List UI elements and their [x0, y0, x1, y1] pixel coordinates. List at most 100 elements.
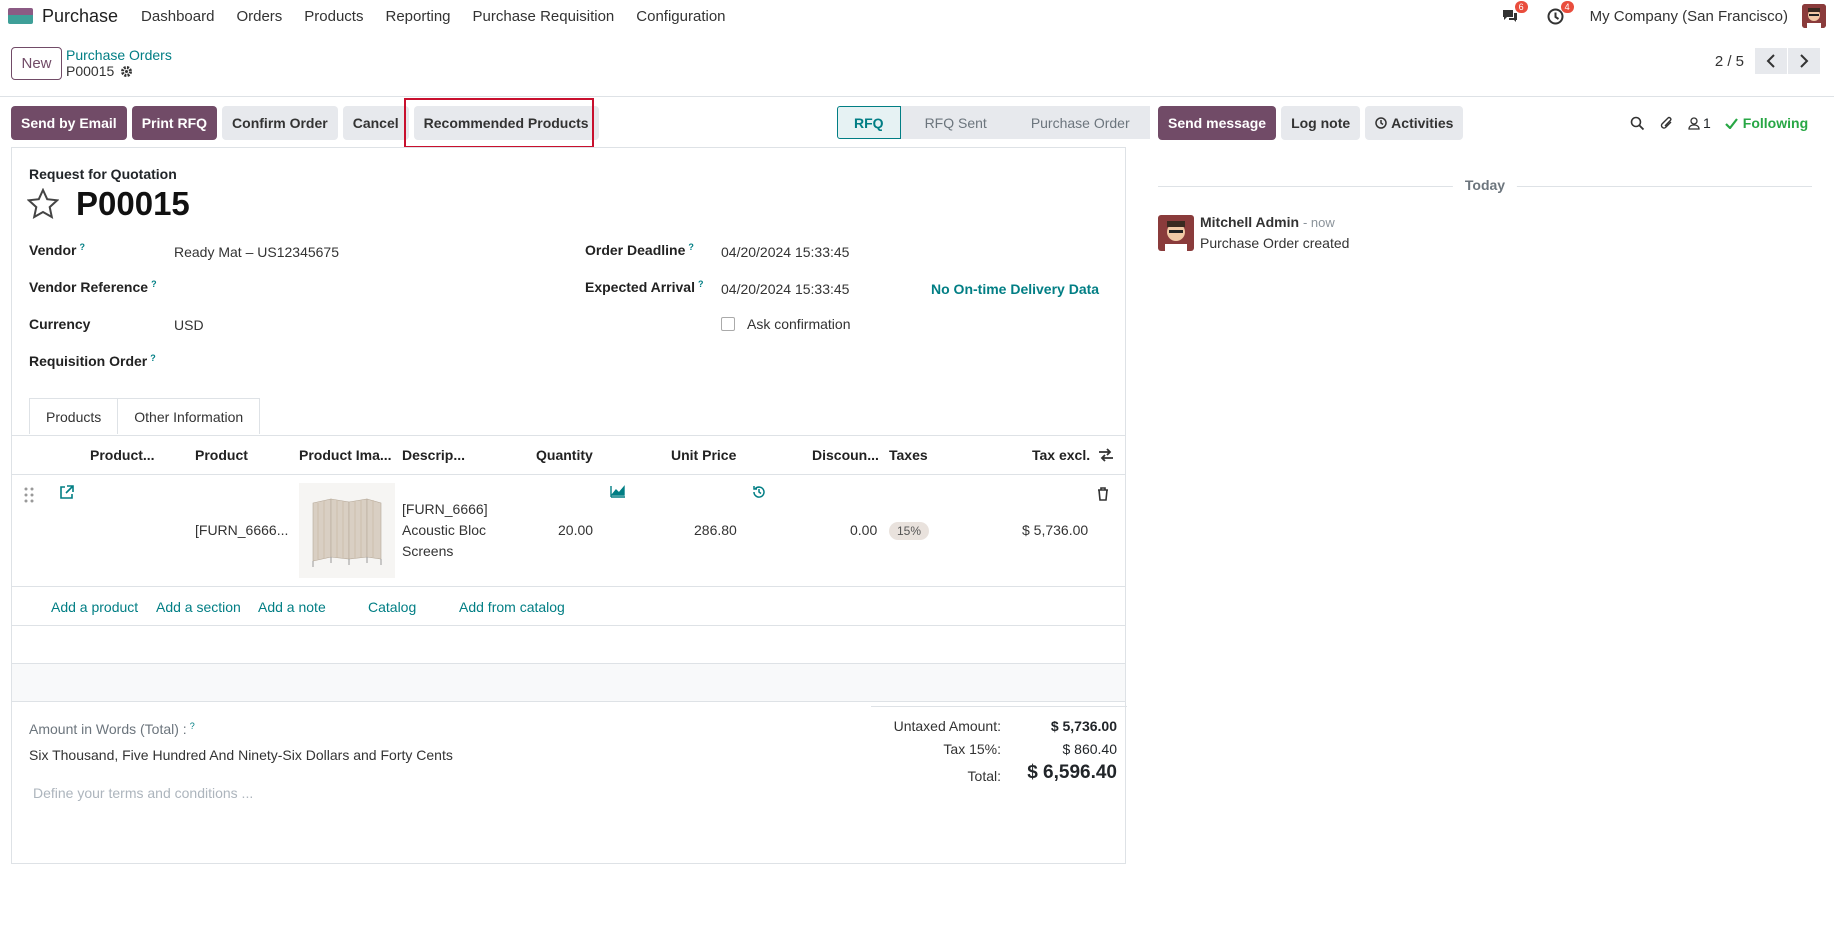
status-rfq[interactable]: RFQ [837, 106, 901, 139]
help-icon[interactable]: ? [150, 353, 156, 363]
col-description[interactable]: Descrip... [402, 447, 465, 463]
date-separator-label: Today [1452, 177, 1518, 193]
col-unit-price[interactable]: Unit Price [671, 447, 736, 463]
cancel-button[interactable]: Cancel [342, 106, 409, 140]
status-rfq-sent[interactable]: RFQ Sent [900, 106, 1007, 139]
search-icon[interactable] [1630, 116, 1645, 131]
company-switcher[interactable]: My Company (San Francisco) [1590, 8, 1788, 25]
chatter-topbar: 1 Following [1630, 106, 1808, 140]
vendor-field[interactable]: Ready Mat – US12345675 [174, 244, 339, 260]
ask-confirmation-checkbox[interactable] [721, 317, 735, 331]
send-by-email-button[interactable]: Send by Email [11, 106, 127, 140]
terms-conditions-field[interactable]: Define your terms and conditions ... [33, 785, 253, 801]
unit-price-cell[interactable]: 286.80 [694, 522, 737, 538]
tab-other-information[interactable]: Other Information [117, 398, 261, 434]
description-line2[interactable]: Acoustic Bloc [402, 522, 486, 538]
menu-purchase-requisition[interactable]: Purchase Requisition [473, 8, 615, 25]
add-section-link[interactable]: Add a section [156, 599, 241, 615]
log-note-button[interactable]: Log note [1281, 106, 1361, 140]
description-line1[interactable]: [FURN_6666] [402, 501, 488, 517]
product-cell[interactable]: [FURN_6666... [195, 522, 288, 538]
tax-label: Tax 15%: [943, 741, 1001, 757]
history-icon[interactable] [752, 485, 766, 499]
apps-menu-icon[interactable] [8, 8, 33, 24]
help-icon[interactable]: ? [688, 242, 694, 252]
help-icon[interactable]: ? [698, 279, 704, 289]
col-product-image[interactable]: Product Ima... [299, 447, 392, 463]
untaxed-label: Untaxed Amount: [893, 718, 1001, 734]
message-time: - now [1302, 215, 1335, 230]
send-message-button[interactable]: Send message [1158, 106, 1277, 140]
col-quantity[interactable]: Quantity [536, 447, 593, 463]
activities-button[interactable]: Activities [1365, 106, 1464, 140]
message-author-avatar[interactable] [1158, 215, 1194, 251]
status-purchase-order[interactable]: Purchase Order [1006, 106, 1150, 139]
add-note-link[interactable]: Add a note [258, 599, 326, 615]
table-header: Product... Product Product Ima... Descri… [12, 435, 1125, 475]
total-label: Total: [967, 768, 1001, 784]
help-icon[interactable]: ? [151, 279, 157, 289]
ontime-delivery-link[interactable]: No On-time Delivery Data [931, 281, 1099, 297]
catalog-link[interactable]: Catalog [368, 599, 416, 615]
add-from-catalog-link[interactable]: Add from catalog [459, 599, 565, 615]
col-discount[interactable]: Discoun... [812, 447, 879, 463]
star-icon[interactable] [27, 188, 59, 219]
requisition-order-label-text: Requisition Order [29, 353, 148, 369]
trash-icon[interactable] [1097, 487, 1109, 501]
new-button[interactable]: New [11, 47, 62, 80]
drag-handle-icon[interactable] [24, 487, 34, 503]
table-row[interactable]: [FURN_6666... [FURN_6666] Acoustic Bloc … [12, 475, 1125, 587]
menu-dashboard[interactable]: Dashboard [141, 8, 214, 25]
confirm-order-button[interactable]: Confirm Order [222, 106, 338, 140]
pager-value[interactable]: 2 / 5 [1715, 53, 1744, 70]
message-author-name[interactable]: Mitchell Admin [1200, 214, 1299, 230]
col-tax-excl[interactable]: Tax excl. [1032, 447, 1090, 463]
activities-clock-icon[interactable]: 4 [1544, 1, 1574, 28]
following-button[interactable]: Following [1725, 115, 1808, 131]
expected-arrival-field[interactable]: 04/20/2024 15:33:45 [721, 281, 849, 297]
description-line3[interactable]: Screens [402, 543, 453, 559]
user-avatar[interactable] [1802, 4, 1826, 28]
clock-icon [1375, 117, 1387, 129]
activities-button-label: Activities [1391, 115, 1454, 131]
check-icon [1725, 117, 1738, 129]
pager-previous-button[interactable] [1755, 48, 1787, 74]
external-link-icon[interactable] [59, 485, 74, 500]
menu-configuration[interactable]: Configuration [636, 8, 725, 25]
highlight-box [404, 98, 594, 148]
print-rfq-button[interactable]: Print RFQ [131, 106, 218, 140]
col-product[interactable]: Product [195, 447, 248, 463]
discount-cell[interactable]: 0.00 [850, 522, 877, 538]
empty-row [12, 664, 1125, 702]
col-product-variant[interactable]: Product... [90, 447, 155, 463]
optional-columns-icon[interactable] [1098, 448, 1114, 462]
messages-icon[interactable]: 6 [1498, 1, 1528, 28]
top-navbar: Purchase Dashboard Orders Products Repor… [0, 0, 1834, 32]
messages-badge: 6 [1514, 1, 1528, 13]
breadcrumb-purchase-orders[interactable]: Purchase Orders [66, 47, 172, 63]
paperclip-icon[interactable] [1659, 116, 1674, 131]
tax-badge[interactable]: 15% [889, 522, 930, 540]
requisition-order-field[interactable] [174, 353, 554, 373]
message-author: Mitchell Admin - now [1200, 214, 1335, 230]
add-product-link[interactable]: Add a product [51, 599, 138, 615]
followers-button[interactable]: 1 [1688, 115, 1711, 131]
app-name[interactable]: Purchase [42, 6, 118, 27]
gear-icon[interactable] [120, 65, 133, 78]
tab-products[interactable]: Products [29, 398, 119, 434]
amount-in-words-label: Amount in Words (Total) :? [29, 721, 195, 737]
chart-area-icon[interactable] [610, 485, 626, 498]
help-icon[interactable]: ? [190, 721, 195, 731]
col-taxes[interactable]: Taxes [889, 447, 928, 463]
order-deadline-field[interactable]: 04/20/2024 15:33:45 [721, 244, 849, 260]
menu-reporting[interactable]: Reporting [385, 8, 450, 25]
status-bar: RFQ RFQ Sent Purchase Order [837, 106, 1150, 139]
help-icon[interactable]: ? [79, 242, 85, 252]
currency-field[interactable]: USD [174, 317, 204, 333]
quantity-cell[interactable]: 20.00 [558, 522, 593, 538]
pager-next-button[interactable] [1788, 48, 1820, 74]
menu-products[interactable]: Products [304, 8, 363, 25]
menu-orders[interactable]: Orders [236, 8, 282, 25]
vendor-reference-field[interactable] [174, 279, 554, 299]
totals-block: Untaxed Amount: $ 5,736.00 Tax 15%: $ 86… [871, 706, 1127, 784]
